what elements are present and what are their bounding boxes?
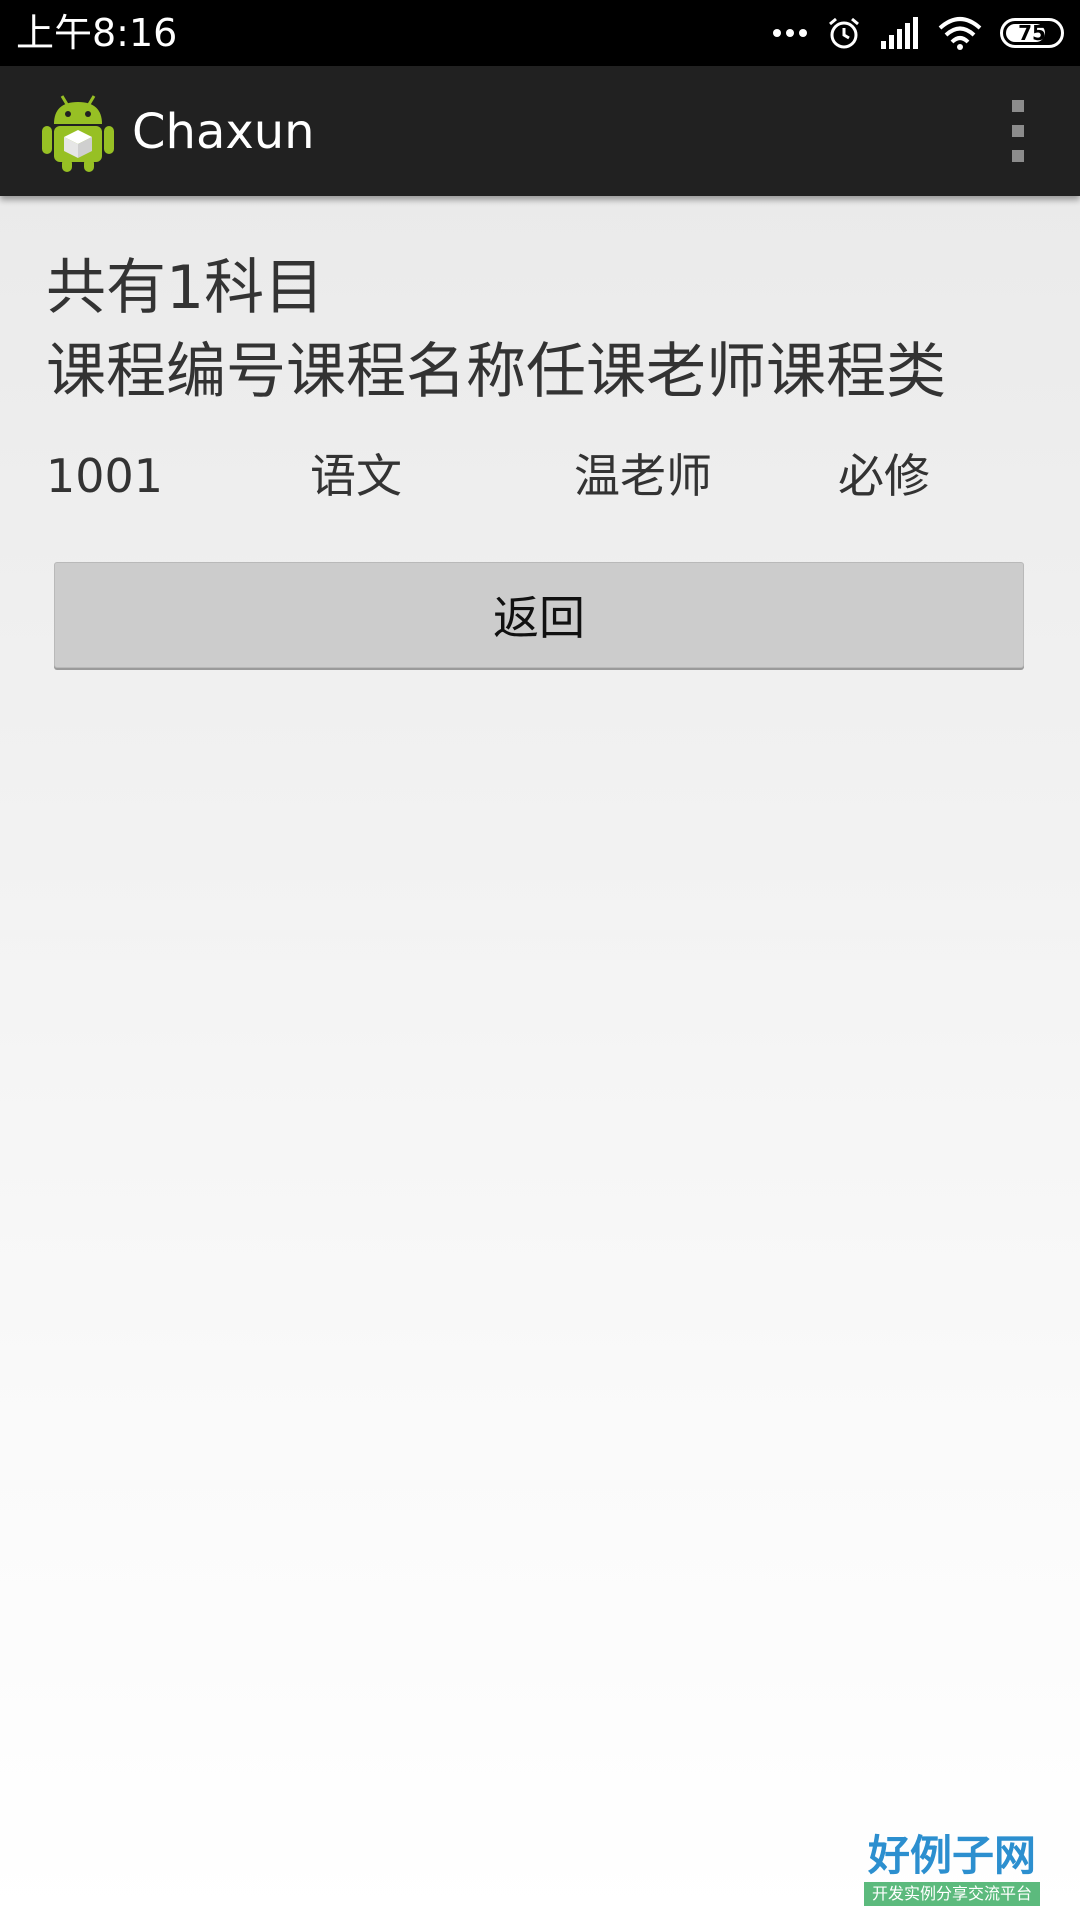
battery-level: 75 xyxy=(1018,21,1046,45)
status-icons: 75 xyxy=(772,0,1064,66)
table-row: 1001 语文 温老师 必修 xyxy=(46,446,1046,506)
table-header: 课程编号课程名称任课老师课程类 xyxy=(46,337,946,407)
status-time: 上午8:16 xyxy=(16,11,178,55)
alarm-icon xyxy=(829,17,859,49)
battery-icon: 75 xyxy=(1000,18,1064,48)
back-button[interactable]: 返回 xyxy=(54,562,1024,668)
signal-icon xyxy=(881,17,918,49)
teacher-cell: 温老师 xyxy=(574,449,712,503)
course-name-cell: 语文 xyxy=(310,449,402,503)
watermark-subtitle: 开发实例分享交流平台 xyxy=(864,1882,1040,1906)
overflow-menu-icon[interactable] xyxy=(996,100,1040,162)
more-dots-icon xyxy=(773,29,807,37)
status-bar: 上午8:16 75 xyxy=(0,0,1080,66)
watermark-logo: 好例子网 开发实例分享交流平台 xyxy=(864,1832,1040,1906)
course-id-cell: 1001 xyxy=(46,449,164,503)
action-bar: Chaxun xyxy=(0,66,1080,196)
app-title: Chaxun xyxy=(132,104,315,160)
android-app-icon xyxy=(42,95,114,172)
course-type-cell: 必修 xyxy=(838,449,930,503)
watermark-title: 好例子网 xyxy=(867,1831,1036,1880)
wifi-icon xyxy=(938,17,982,50)
course-count-summary: 共有1科目 xyxy=(46,253,325,323)
